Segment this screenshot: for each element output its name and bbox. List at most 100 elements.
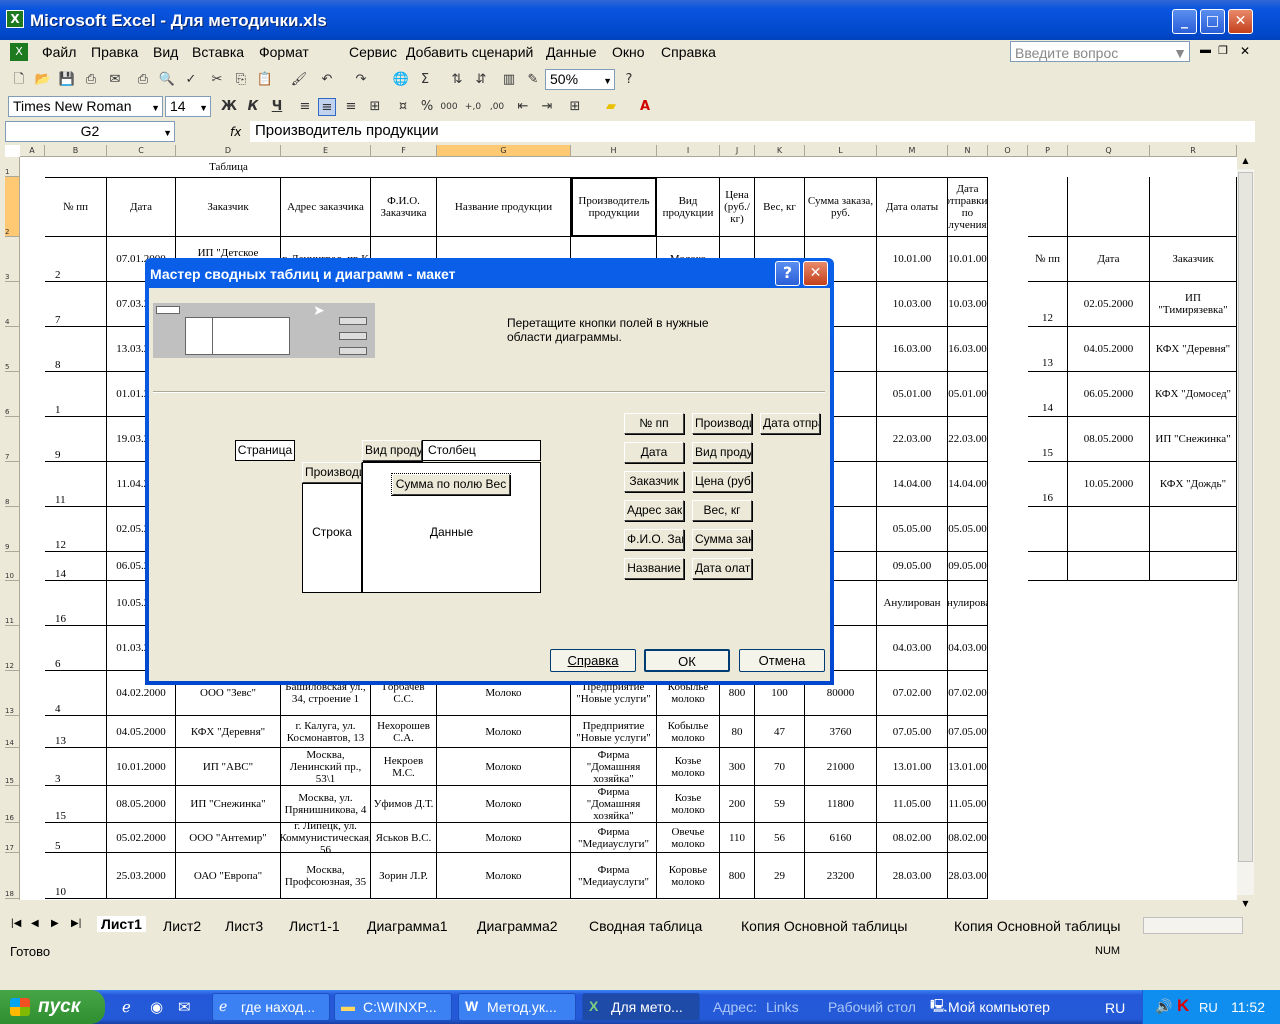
table-cell[interactable]: 29	[755, 853, 805, 899]
table-cell[interactable]: Яськов В.С.	[371, 823, 437, 853]
side-header-cell[interactable]: Заказчик	[1150, 237, 1237, 282]
page-area[interactable]: Страница	[235, 440, 295, 461]
column-header[interactable]: K	[755, 145, 805, 157]
tab-list2[interactable]: Лист2	[163, 918, 201, 934]
table-cell[interactable]: 12	[45, 507, 107, 552]
row-header[interactable]: 15	[5, 748, 20, 786]
tab-copy2[interactable]: Копия Основной таблицы	[954, 918, 1120, 934]
table-cell[interactable]: г. Калуга, ул. Космонавтов, 13	[281, 716, 371, 748]
table-cell[interactable]: 09.05.00	[877, 552, 948, 581]
table-cell[interactable]: 16.03.00	[877, 327, 948, 372]
tab-copy1[interactable]: Копия Основной таблицы	[741, 918, 907, 934]
table-cell[interactable]: 1	[45, 372, 107, 417]
column-header[interactable]: G	[437, 145, 571, 157]
table-cell[interactable]: Нехорошев С.А.	[371, 716, 437, 748]
volume-icon[interactable]: 🔊	[1155, 998, 1172, 1015]
row-header[interactable]: 11	[5, 581, 20, 626]
column-area[interactable]: Столбец	[421, 440, 541, 461]
table-cell[interactable]: Молоко	[437, 786, 571, 823]
table-cell[interactable]: 07.05.00	[877, 716, 948, 748]
table-cell[interactable]: 10.01.2000	[107, 748, 176, 786]
row-header[interactable]: 4	[5, 282, 20, 327]
field-button-adres[interactable]: Адрес заказчика	[624, 500, 684, 521]
increase-decimal-icon[interactable]: +,0	[464, 98, 482, 116]
table-cell[interactable]: 08.05.2000	[107, 786, 176, 823]
field-button-data-olaty[interactable]: Дата олаты	[692, 558, 752, 579]
drawing-icon[interactable]: ✎	[524, 71, 542, 89]
table-cell[interactable]: КФХ "Деревня"	[176, 716, 281, 748]
table-cell[interactable]: ООО "Антемир"	[176, 823, 281, 853]
table-cell[interactable]: 08.02.00	[877, 823, 948, 853]
side-table-cell[interactable]: 14	[1028, 372, 1068, 417]
table-header-cell[interactable]: Сумма заказа, руб.	[805, 177, 877, 237]
email-icon[interactable]: ✉	[106, 71, 124, 89]
column-header[interactable]: E	[281, 145, 371, 157]
table-cell[interactable]: Кобылье молоко	[657, 716, 720, 748]
paste-icon[interactable]: 📋	[256, 71, 274, 89]
table-header-cell[interactable]: Дата олаты	[877, 177, 948, 237]
field-button-summa[interactable]: Сумма заказа	[692, 529, 752, 550]
column-header[interactable]: D	[176, 145, 281, 157]
maximize-button[interactable]: □	[1200, 9, 1225, 34]
borders-icon[interactable]: ⊞	[566, 98, 584, 116]
dialog-help-text-button[interactable]: Справка	[550, 649, 636, 672]
side-table-cell[interactable]: ИП "Тимирязевка"	[1150, 282, 1237, 327]
language-indicator[interactable]: RU	[1105, 1000, 1125, 1016]
side-table-cell[interactable]: 08.05.2000	[1068, 417, 1150, 462]
column-header[interactable]: M	[877, 145, 948, 157]
start-button[interactable]: пуск	[0, 990, 105, 1024]
column-header[interactable]: P	[1028, 145, 1068, 157]
scroll-thumb[interactable]	[1238, 172, 1253, 862]
tab-first-icon[interactable]: |◀	[11, 918, 21, 929]
table-cell[interactable]: 13	[45, 716, 107, 748]
outlook-quicklaunch-icon[interactable]: ✉	[178, 998, 191, 1016]
table-cell[interactable]: Молоко	[437, 748, 571, 786]
table-cell[interactable]: 11.05.00	[877, 786, 948, 823]
row-header[interactable]: 10	[5, 552, 20, 581]
autosum-icon[interactable]: Σ	[416, 71, 434, 89]
scroll-down-icon[interactable]: ▼	[1237, 895, 1254, 912]
print-icon[interactable]: ⎙	[134, 71, 152, 89]
table-cell[interactable]: 56	[755, 823, 805, 853]
row-header[interactable]: 1	[5, 157, 20, 177]
menu-format[interactable]: Формат	[259, 44, 309, 60]
sheet-title[interactable]: Таблица	[176, 157, 281, 177]
row-header[interactable]: 7	[5, 417, 20, 462]
menu-add-scenario[interactable]: Добавить сценарий	[406, 44, 533, 60]
side-header-cell[interactable]: № пп	[1028, 237, 1068, 282]
table-header-cell[interactable]: Ф.И.О. Заказчика	[371, 177, 437, 237]
column-header[interactable]: A	[20, 145, 45, 157]
table-header-cell[interactable]: Адрес заказчика	[281, 177, 371, 237]
links-toolbar[interactable]: Links	[766, 999, 799, 1015]
menu-window[interactable]: Окно	[612, 44, 645, 60]
column-header[interactable]: O	[988, 145, 1028, 157]
side-header-cell[interactable]	[1068, 177, 1150, 237]
table-cell[interactable]: 10.01.00	[877, 237, 948, 282]
table-cell[interactable]: 10	[45, 853, 107, 899]
menu-data[interactable]: Данные	[546, 44, 597, 60]
table-cell[interactable]: 05.01.00	[877, 372, 948, 417]
fill-color-icon[interactable]: ▰	[602, 98, 620, 116]
italic-button[interactable]: К	[244, 98, 262, 116]
font-select[interactable]: Times New Roman ▼	[8, 96, 163, 117]
column-header[interactable]: N	[948, 145, 988, 157]
tray-language[interactable]: RU	[1199, 1000, 1218, 1015]
table-header-cell[interactable]: Вес, кг	[755, 177, 805, 237]
table-cell[interactable]: Москва, Ленинский пр., 53\1	[281, 748, 371, 786]
column-header[interactable]: L	[805, 145, 877, 157]
table-cell[interactable]: 300	[720, 748, 755, 786]
help-icon[interactable]: ?	[620, 71, 638, 89]
row-header[interactable]: 13	[5, 671, 20, 716]
table-cell[interactable]: 23200	[805, 853, 877, 899]
side-table-cell[interactable]	[1150, 507, 1237, 552]
table-cell[interactable]: 47	[755, 716, 805, 748]
chart-wizard-icon[interactable]: ▥	[500, 71, 518, 89]
table-cell[interactable]: 11800	[805, 786, 877, 823]
table-cell[interactable]: 13.01.00	[948, 748, 988, 786]
column-header[interactable]: R	[1150, 145, 1237, 157]
zoom-select[interactable]: 50% ▼	[545, 69, 615, 90]
field-button-data[interactable]: Дата	[624, 442, 684, 463]
side-table-cell[interactable]: ИП "Снежинка"	[1150, 417, 1237, 462]
data-field-summa-ves[interactable]: Сумма по полю Вес	[391, 473, 511, 496]
menu-tools[interactable]: Сервис	[349, 44, 397, 60]
